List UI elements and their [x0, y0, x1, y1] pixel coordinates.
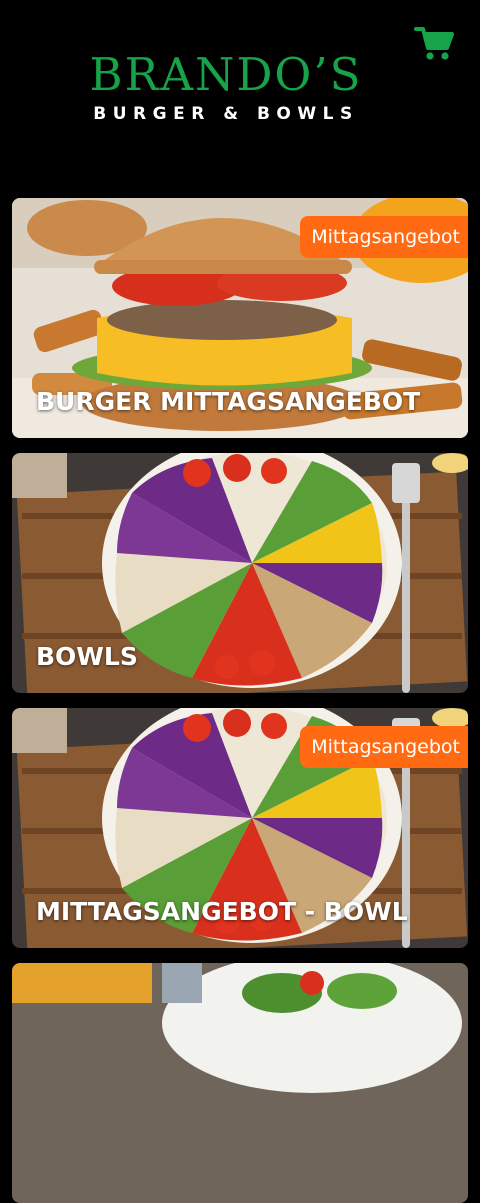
- lunch-offer-badge: Mittagsangebot: [300, 216, 468, 258]
- category-card-bowls[interactable]: BOWLS: [12, 453, 468, 693]
- category-card-burger-lunch[interactable]: Mittagsangebot BURGER MITTAGSANGEBOT: [12, 198, 468, 438]
- cart-button[interactable]: [414, 24, 454, 64]
- brand-logo[interactable]: BRANDO’S BURGER & BOWLS: [76, 48, 376, 125]
- salad-photo: [12, 963, 468, 1203]
- category-card-bowl-lunch[interactable]: Mittagsangebot MITTAGSANGEBOT - BOWL: [12, 708, 468, 948]
- category-title: BOWLS: [36, 642, 138, 671]
- lunch-offer-badge: Mittagsangebot: [300, 726, 468, 768]
- shopping-cart-icon: [414, 27, 454, 60]
- category-title: BURGER MITTAGSANGEBOT: [36, 387, 421, 416]
- app-header: BRANDO’S BURGER & BOWLS: [0, 0, 480, 190]
- category-title: MITTAGSANGEBOT - BOWL: [36, 897, 408, 926]
- brand-tagline: BURGER & BOWLS: [93, 104, 359, 124]
- category-card-salad[interactable]: [12, 963, 468, 1203]
- brand-name: BRANDO’S: [89, 48, 363, 101]
